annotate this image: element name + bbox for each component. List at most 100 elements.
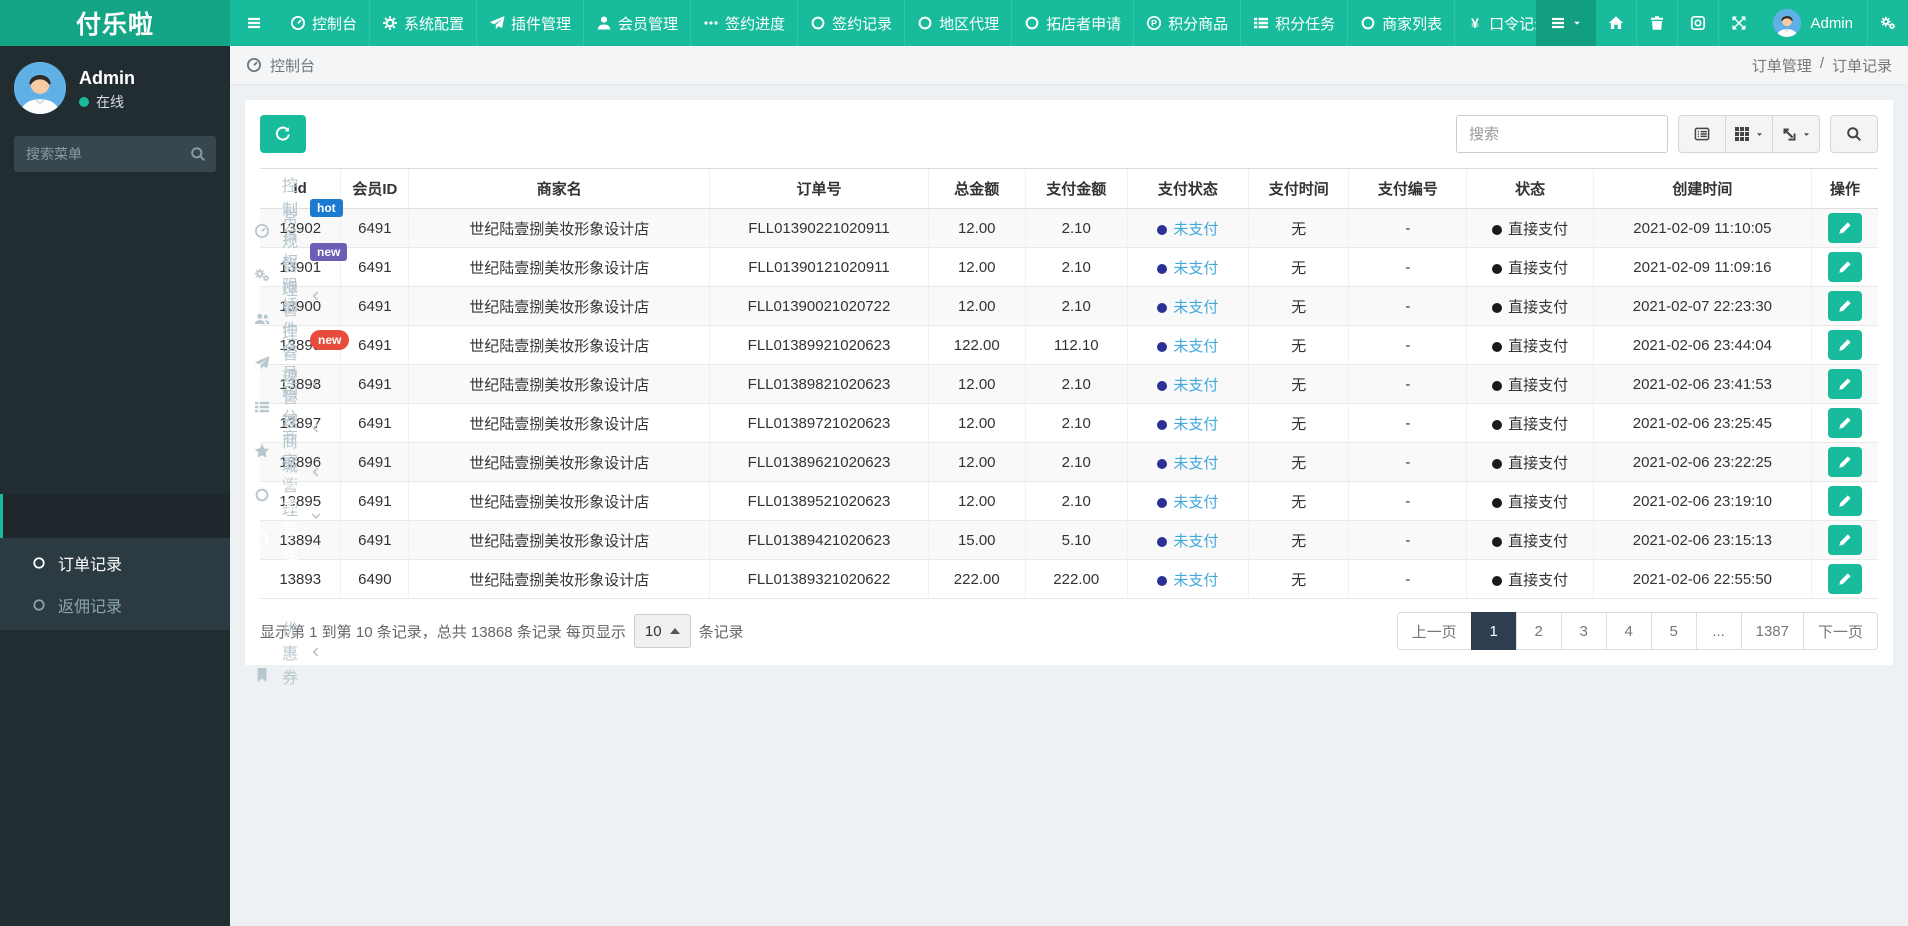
home-button[interactable] (1596, 0, 1636, 46)
fullscreen-button[interactable] (1718, 0, 1759, 46)
nav-item-points-goods[interactable]: P 积分商品 (1133, 0, 1240, 46)
export-button[interactable] (1772, 115, 1820, 153)
table-row: 13901 6491 世纪陆壹捌美妆形象设计店 FLL01390121020911 12… (260, 247, 1878, 287)
column-header[interactable]: 状态 (1466, 168, 1594, 209)
unpaid-dot-icon (1157, 419, 1168, 430)
nav-item-sign-progress[interactable]: 签约进度 (690, 0, 797, 46)
pay-status-link[interactable]: 未支付 (1173, 260, 1218, 277)
column-header[interactable]: 订单号 (709, 168, 929, 209)
edit-button[interactable] (1828, 447, 1863, 477)
column-header[interactable]: 创建时间 (1592, 168, 1812, 209)
column-header[interactable]: 支付编号 (1348, 168, 1467, 209)
settings-button[interactable] (1867, 0, 1908, 46)
edit-button[interactable] (1828, 486, 1863, 516)
sidebar-subitem-label: 返佣记录 (58, 599, 123, 616)
page-button[interactable]: 5 (1650, 612, 1697, 650)
search-toggle-button[interactable] (1830, 115, 1878, 153)
sidebar-item-coupon[interactable]: 优惠券 (0, 622, 319, 687)
sidebar-item-merchant[interactable]: 商家管理 (0, 430, 319, 519)
caret-down-icon (1802, 130, 1811, 139)
nav-item-sign-records[interactable]: 签约记录 (797, 0, 904, 46)
page-size-select[interactable]: 10 (633, 614, 691, 648)
nav-item-system-config[interactable]: 系统配置 (369, 0, 476, 46)
edit-button[interactable] (1828, 525, 1863, 555)
sidebar-item-rebate-records[interactable]: 返佣记录 (0, 584, 230, 626)
cny-icon: ¥ (1467, 15, 1483, 31)
columns-button[interactable] (1725, 115, 1773, 153)
pay-status-link[interactable]: 未支付 (1173, 455, 1218, 472)
column-header[interactable]: 支付金额 (1024, 168, 1128, 209)
nav-item-merchant-list[interactable]: 商家列表 (1347, 0, 1454, 46)
user-menu[interactable]: Admin (1759, 0, 1867, 46)
table-search-input[interactable] (1456, 115, 1668, 153)
sidebar-item-dashboard[interactable]: 控制台 hot (0, 178, 343, 243)
column-header[interactable]: 会员ID (340, 168, 409, 209)
edit-button[interactable] (1828, 291, 1863, 321)
detail-view-button[interactable] (1678, 115, 1726, 153)
table-cell: 12.00 (927, 442, 1026, 482)
avatar-icon (14, 62, 66, 114)
column-header[interactable]: 支付状态 (1126, 168, 1249, 209)
sidebar-item-auth[interactable]: 权限管理 (0, 254, 319, 343)
table-cell: 2021-02-06 23:19:10 (1592, 481, 1812, 521)
pay-status-link[interactable]: 未支付 (1173, 221, 1218, 238)
pay-status-link[interactable]: 未支付 (1173, 572, 1218, 589)
sidebar-item-order-records[interactable]: 订单记录 (0, 542, 230, 584)
page-button[interactable]: 2 (1515, 612, 1562, 650)
page-button[interactable]: ... (1695, 612, 1742, 650)
circleo-icon (917, 15, 933, 31)
breadcrumb-parent[interactable]: 订单管理 (1752, 55, 1812, 76)
column-header[interactable]: 商家名 (408, 168, 710, 209)
orders-table: Id 会员ID 商家名 订单号 总金额 支付金额 支付状态 支付时间 支付编号 状态 创建时间 操作 … (260, 168, 1878, 599)
nav-item-label: 地区代理 (939, 15, 1000, 33)
edit-button[interactable] (1828, 330, 1863, 360)
nav-item-region-agent[interactable]: 地区代理 (904, 0, 1011, 46)
table-cell: FLL01389421020623 (709, 520, 929, 560)
brand-logo[interactable]: 付乐啦 (0, 0, 230, 46)
page-button[interactable]: 4 (1605, 612, 1652, 650)
pay-status-link[interactable]: 未支付 (1173, 299, 1218, 316)
sidebar-item-member[interactable]: 会员管理 (0, 342, 319, 431)
page-button[interactable]: 1 (1470, 612, 1517, 650)
table-cell: 12.00 (927, 247, 1026, 287)
nav-item-addon-manage[interactable]: 插件管理 (476, 0, 583, 46)
page-button[interactable]: 1387 (1740, 612, 1804, 650)
next-page-button[interactable]: 下一页 (1802, 612, 1878, 650)
table-cell: 世纪陆壹捌美妆形象设计店 (408, 559, 710, 599)
badge: new (310, 242, 348, 262)
sidebar-item-order[interactable]: 订单管理 (0, 474, 321, 563)
table-cell: 世纪陆壹捌美妆形象设计店 (408, 442, 710, 482)
nav-item-points-task[interactable]: 积分任务 (1240, 0, 1347, 46)
pay-status-link[interactable]: 未支付 (1173, 338, 1218, 355)
sidebar-item-addon[interactable]: 插件管理 new (0, 298, 350, 387)
nav-item-dashboard[interactable]: 控制台 (278, 0, 369, 46)
edit-button[interactable] (1828, 369, 1863, 399)
sidebar-item-general[interactable]: 常规管理 new (0, 210, 348, 299)
sidebar-toggle-button[interactable] (230, 0, 278, 46)
menu-style-dropdown[interactable] (1536, 0, 1597, 46)
nav-item-shop-applicant[interactable]: 拓店者申请 (1011, 0, 1133, 46)
page-button[interactable]: 3 (1560, 612, 1607, 650)
table-cell: 6491 (340, 286, 409, 326)
edit-button[interactable] (1828, 408, 1863, 438)
edit-button[interactable] (1828, 252, 1863, 282)
browser-button[interactable] (1677, 0, 1718, 46)
pay-status-link[interactable]: 未支付 (1173, 377, 1218, 394)
prev-page-button[interactable]: 上一页 (1396, 612, 1472, 650)
edit-button[interactable] (1828, 564, 1863, 594)
productp-icon: P (1146, 15, 1162, 31)
pay-status-link[interactable]: 未支付 (1173, 494, 1218, 511)
column-header[interactable]: 支付时间 (1248, 168, 1349, 209)
pay-status-link[interactable]: 未支付 (1173, 416, 1218, 433)
table-cell: 2021-02-06 23:41:53 (1592, 364, 1812, 404)
sidebar-item-points-mall[interactable]: 积分商城 (0, 386, 319, 475)
nav-item-member-manage[interactable]: 会员管理 (583, 0, 690, 46)
clear-cache-button[interactable] (1636, 0, 1677, 46)
edit-button[interactable] (1828, 213, 1863, 243)
sidebar-search-input[interactable] (14, 136, 216, 172)
column-header[interactable]: 操作 (1811, 168, 1878, 209)
navbar-tools (1596, 0, 1759, 46)
column-header[interactable]: 总金额 (927, 168, 1026, 209)
cogs-icon (1880, 15, 1896, 31)
pay-status-link[interactable]: 未支付 (1173, 533, 1218, 550)
